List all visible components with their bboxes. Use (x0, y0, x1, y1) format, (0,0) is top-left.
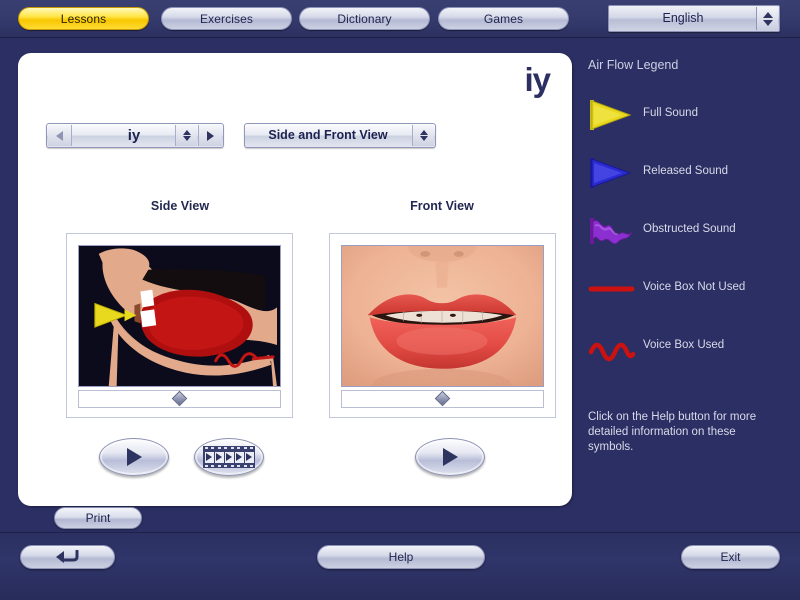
language-select-value: English (609, 6, 757, 31)
play-triangle-icon (127, 448, 142, 466)
front-view-timeline-slider[interactable] (341, 390, 544, 408)
red-straight-line-icon (588, 272, 636, 306)
phoneme-stepper[interactable] (175, 125, 197, 146)
triangle-right-icon (207, 131, 214, 141)
language-select[interactable]: English (608, 5, 780, 32)
legend-item-obstructed-sound: Obstructed Sound (588, 214, 793, 272)
tab-exercises[interactable]: Exercises (161, 7, 292, 30)
chevron-up-icon (763, 12, 773, 18)
phoneme-selector[interactable]: iy (46, 123, 224, 148)
legend-label-full-sound: Full Sound (643, 107, 698, 119)
legend-help-note: Click on the Help button for more detail… (588, 410, 783, 455)
purple-squiggle-flag-icon (588, 214, 636, 248)
triangle-left-icon (56, 131, 63, 141)
view-mode-value: Side and Front View (245, 124, 411, 147)
side-view-frame (66, 233, 293, 418)
print-button[interactable]: Print (54, 507, 142, 529)
yellow-flag-triangle-icon (588, 98, 636, 132)
play-side-view-button[interactable] (99, 438, 169, 476)
phoneme-prev-button[interactable] (48, 125, 72, 146)
tab-lessons[interactable]: Lessons (18, 7, 149, 30)
up-down-stepper-icon[interactable] (756, 7, 778, 30)
red-wavy-line-icon (588, 330, 636, 364)
play-triangle-icon (443, 448, 458, 466)
phoneme-next-button[interactable] (198, 125, 222, 146)
filmstrip-animation-button[interactable] (194, 438, 264, 476)
play-front-view-button[interactable] (415, 438, 485, 476)
help-button[interactable]: Help (317, 545, 485, 569)
lips-photo-illustration (342, 246, 543, 387)
legend-item-voice-box-not-used: Voice Box Not Used (588, 272, 793, 330)
back-arrow-icon (55, 550, 81, 564)
legend-label-voice-box-not-used: Voice Box Not Used (643, 281, 745, 293)
front-view-heading: Front View (312, 199, 572, 213)
air-flow-legend: Air Flow Legend Full Sound Released Soun… (588, 58, 793, 455)
chevron-down-icon (420, 136, 428, 141)
legend-item-full-sound: Full Sound (588, 98, 793, 156)
chevron-up-icon (420, 130, 428, 135)
chevron-down-icon (763, 20, 773, 26)
chevron-down-icon (183, 136, 191, 141)
legend-item-released-sound: Released Sound (588, 156, 793, 214)
articulation-illustration (79, 246, 280, 387)
front-view-lips-photo (341, 245, 544, 387)
chevron-up-icon (183, 130, 191, 135)
filmstrip-icon (203, 446, 255, 468)
up-down-stepper-icon[interactable] (412, 125, 434, 146)
slider-handle[interactable] (434, 391, 450, 407)
front-view-frame (329, 233, 556, 418)
back-button[interactable] (20, 545, 115, 569)
page-title: iy (524, 61, 550, 99)
exit-button[interactable]: Exit (681, 545, 780, 569)
side-view-articulation-diagram (78, 245, 281, 387)
blue-flag-triangle-icon (588, 156, 636, 190)
top-navigation-bar: Lessons Exercises Dictionary Games Engli… (0, 0, 800, 38)
legend-label-voice-box-used: Voice Box Used (643, 339, 724, 351)
legend-label-released-sound: Released Sound (643, 165, 728, 177)
legend-label-obstructed-sound: Obstructed Sound (643, 223, 736, 235)
tab-dictionary[interactable]: Dictionary (299, 7, 430, 30)
slider-handle[interactable] (171, 391, 187, 407)
legend-title: Air Flow Legend (588, 58, 793, 72)
lesson-content-panel: iy iy Side and Front View Side View Fron… (18, 53, 572, 506)
side-view-heading: Side View (50, 199, 310, 213)
bottom-toolbar: Help Exit (0, 532, 800, 600)
view-mode-select[interactable]: Side and Front View (244, 123, 436, 148)
legend-item-voice-box-used: Voice Box Used (588, 330, 793, 388)
tab-games[interactable]: Games (438, 7, 569, 30)
side-view-timeline-slider[interactable] (78, 390, 281, 408)
